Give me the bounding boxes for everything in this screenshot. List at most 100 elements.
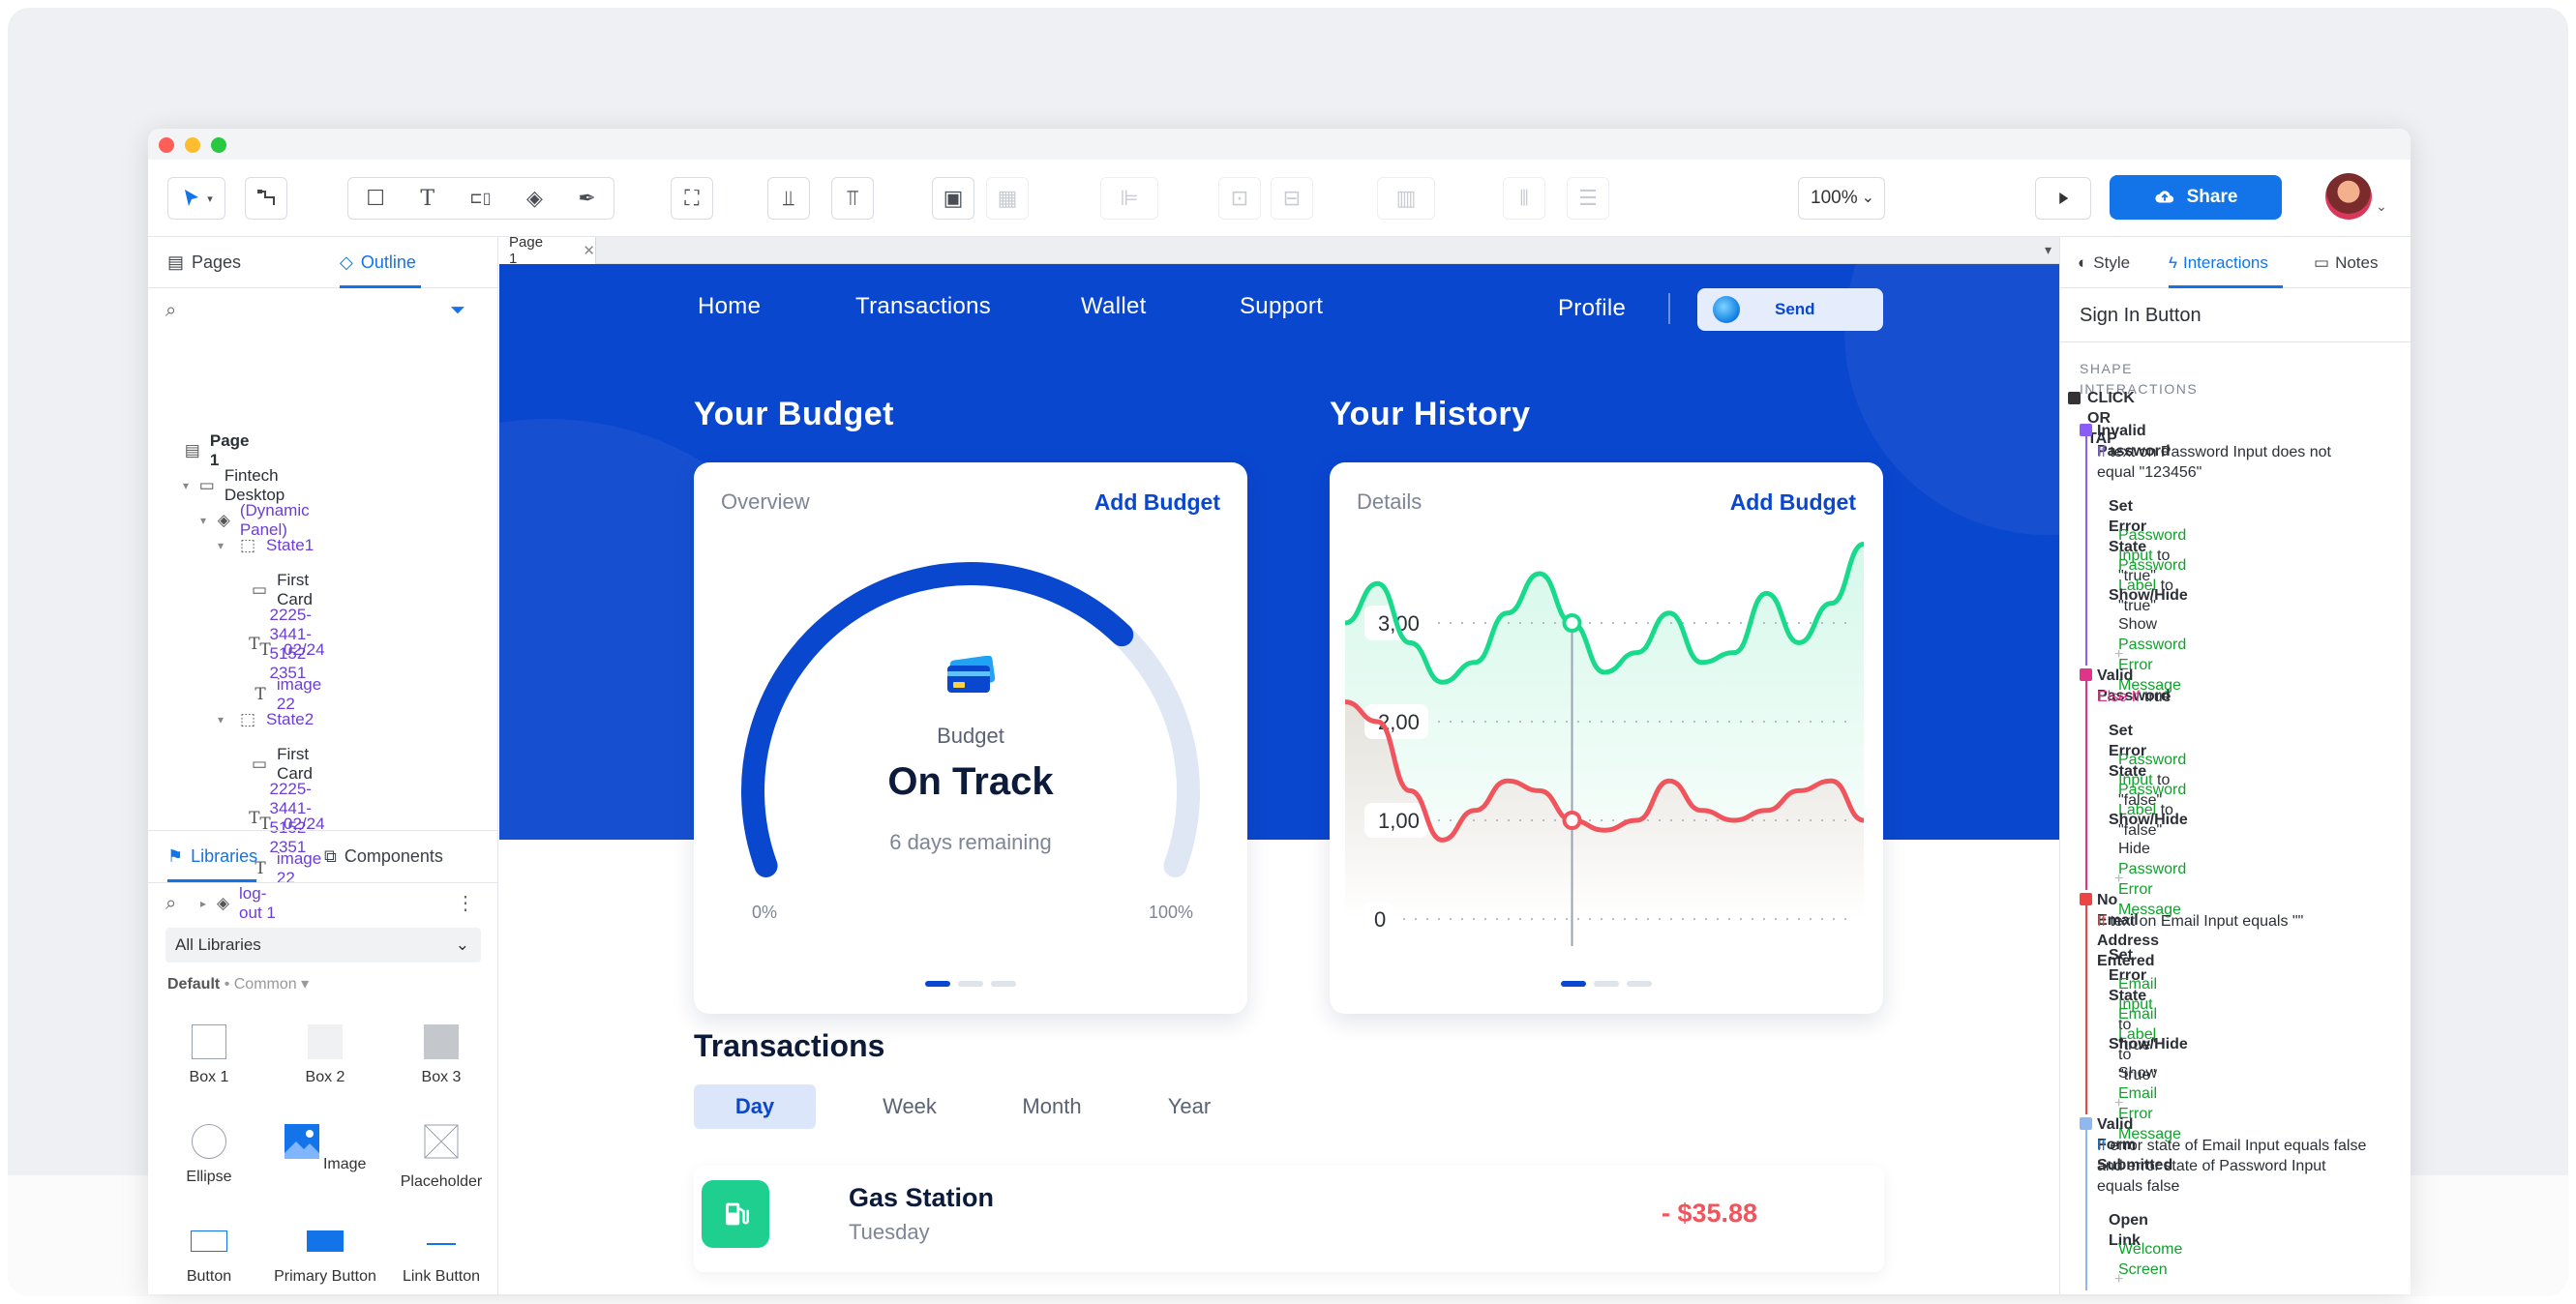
carousel-dot[interactable]	[1627, 981, 1652, 987]
carousel-dot[interactable]	[1594, 981, 1619, 987]
nav-wallet[interactable]: Wallet	[1081, 293, 1147, 320]
share-button[interactable]: Share	[2110, 175, 2282, 220]
tab-year[interactable]: Year	[1122, 1084, 1257, 1129]
tab-libraries[interactable]: ⚑ Libraries	[167, 846, 257, 867]
tab-style[interactable]: ◐ Style	[2078, 253, 2130, 273]
outline-search[interactable]: ⌕ ⏷	[148, 288, 497, 333]
series-marker[interactable]	[1562, 811, 1582, 830]
tab-components[interactable]: ⧉ Components	[324, 846, 443, 867]
expand-toggle-icon[interactable]: ▾	[218, 539, 229, 552]
action-target[interactable]: Welcome Screen	[2118, 1239, 2182, 1280]
distribute-horizontal-button[interactable]: ⫴	[1503, 177, 1545, 220]
search-icon[interactable]: ⌕	[165, 893, 176, 915]
outline-item[interactable]: ▾ ⬚ State2	[218, 710, 314, 729]
nav-profile[interactable]: Profile	[1558, 295, 1626, 322]
align-bottom-button[interactable]: ⫫	[767, 177, 810, 220]
add-action-icon[interactable]: +	[2114, 1093, 2123, 1113]
zoom-select[interactable]: 100% ⌄	[1798, 177, 1885, 220]
minimize-window-button[interactable]	[185, 137, 200, 153]
selected-widget-name[interactable]: Sign In Button	[2080, 305, 2202, 327]
close-icon[interactable]: ✕	[583, 242, 595, 259]
outline-item[interactable]: ▤ Page 1	[165, 431, 254, 470]
filter-icon[interactable]: ⏷	[450, 300, 465, 322]
preview-button[interactable]	[2035, 177, 2091, 220]
shape-button[interactable]: Button	[156, 1224, 262, 1286]
chevron-down-icon[interactable]: ⌄	[2376, 198, 2387, 215]
nav-transactions[interactable]: Transactions	[855, 293, 991, 320]
shape-link-button[interactable]: Link Button	[388, 1224, 494, 1286]
outline-item[interactable]: Timage 22	[235, 675, 328, 714]
case-condition[interactable]: Else If true	[2097, 687, 2368, 707]
shape-ellipse[interactable]: Ellipse	[156, 1124, 262, 1186]
transaction-row[interactable]: Gas Station Tuesday - $35.88	[694, 1166, 1884, 1272]
shape-image[interactable]: Image	[272, 1124, 378, 1173]
ungroup-button[interactable]: ▦	[986, 177, 1029, 220]
outline-item[interactable]: ▾ ◈ (Dynamic Panel)	[200, 501, 318, 540]
series-marker[interactable]	[1562, 613, 1582, 633]
expand-toggle-icon[interactable]: ▾	[183, 479, 190, 492]
outline-item[interactable]: ▾ ▭ Fintech Desktop	[183, 466, 291, 505]
case-condition[interactable]: If text on Email Input equals ""	[2097, 911, 2368, 932]
pen-tool-icon[interactable]: ✒	[578, 186, 595, 211]
page-tab[interactable]: Page 1 ✕	[499, 234, 596, 267]
expand-toggle-icon[interactable]: ▸	[200, 897, 207, 910]
add-budget-button[interactable]: Add Budget	[1730, 489, 1856, 516]
tab-day[interactable]: Day	[694, 1084, 816, 1129]
action-type[interactable]: Show/Hide	[2109, 1034, 2188, 1054]
align-top-button[interactable]: ⫪	[831, 177, 874, 220]
tab-week[interactable]: Week	[849, 1084, 971, 1129]
carousel-dot[interactable]	[991, 981, 1016, 987]
outline-item[interactable]: ▭ First Card	[235, 745, 319, 784]
close-window-button[interactable]	[159, 137, 174, 153]
add-action-icon[interactable]: +	[2114, 644, 2123, 665]
more-options-icon[interactable]: ⋮	[456, 891, 475, 915]
maximize-window-button[interactable]	[211, 137, 226, 153]
outline-item[interactable]: ▭ First Card	[235, 571, 319, 609]
add-action-icon[interactable]: +	[2114, 869, 2123, 889]
distribute-vertical-button[interactable]: ☰	[1567, 177, 1609, 220]
shape-box-1[interactable]: Box 1	[156, 1024, 262, 1086]
carousel-dot[interactable]	[958, 981, 983, 987]
align-center-button[interactable]: ⊟	[1271, 177, 1313, 220]
tab-interactions[interactable]: ϟ Interactions	[2169, 253, 2268, 273]
spacing-button[interactable]: ▥	[1377, 177, 1435, 220]
outline-item[interactable]: ▸ ◈ log-out 1	[200, 884, 276, 923]
connector-tool-button[interactable]	[245, 177, 287, 220]
library-select[interactable]: All Libraries ⌄	[165, 928, 481, 963]
align-menu-button[interactable]: ⊫	[1100, 177, 1158, 220]
text-tool-icon[interactable]: T	[420, 187, 434, 211]
shape-primary-button[interactable]: Primary Button	[272, 1224, 378, 1286]
expand-toggle-icon[interactable]: ▾	[200, 514, 208, 527]
collapse-icon[interactable]	[2068, 392, 2081, 404]
shape-placeholder[interactable]: Placeholder	[388, 1124, 494, 1191]
send-button[interactable]: Send	[1697, 288, 1883, 331]
expand-toggle-icon[interactable]: ▾	[218, 713, 229, 726]
action-type[interactable]: Show/Hide	[2109, 585, 2188, 606]
distribute-button[interactable]: ⊡	[1218, 177, 1261, 220]
outline-item[interactable]: T 02/24	[235, 640, 324, 660]
outline-item[interactable]: ▾ ⬚ State1	[218, 536, 314, 555]
tab-outline[interactable]: ◇ Outline	[340, 252, 416, 273]
layers-tool-icon[interactable]: ◈	[526, 186, 543, 211]
nav-support[interactable]: Support	[1240, 293, 1323, 320]
chevron-down-icon[interactable]: ▾	[2045, 242, 2052, 258]
nav-home[interactable]: Home	[698, 293, 761, 320]
avatar[interactable]	[2325, 173, 2372, 220]
shape-box-2[interactable]: Box 2	[272, 1024, 378, 1086]
case-condition[interactable]: If error state of Email Input equals fal…	[2097, 1136, 2368, 1197]
tab-notes[interactable]: ▭ Notes	[2314, 253, 2378, 273]
tab-month[interactable]: Month	[984, 1084, 1120, 1129]
group-button[interactable]: ▣	[932, 177, 974, 220]
common-label[interactable]: Common	[234, 976, 297, 993]
action-type[interactable]: Show/Hide	[2109, 810, 2188, 830]
carousel-dot[interactable]	[1561, 981, 1586, 987]
shape-box-3[interactable]: Box 3	[388, 1024, 494, 1086]
select-tool-button[interactable]: ▾	[167, 177, 225, 220]
carousel-dot[interactable]	[925, 981, 950, 987]
tab-pages[interactable]: ▤ Pages	[167, 252, 241, 273]
case-condition[interactable]: If text on Password Input does not equal…	[2097, 442, 2368, 483]
add-action-icon[interactable]: +	[2114, 1269, 2123, 1289]
input-tool-icon[interactable]: ⊏▯	[469, 189, 491, 208]
transform-button[interactable]: ⛶	[671, 177, 713, 220]
rectangle-tool-icon[interactable]: ☐	[366, 186, 385, 211]
